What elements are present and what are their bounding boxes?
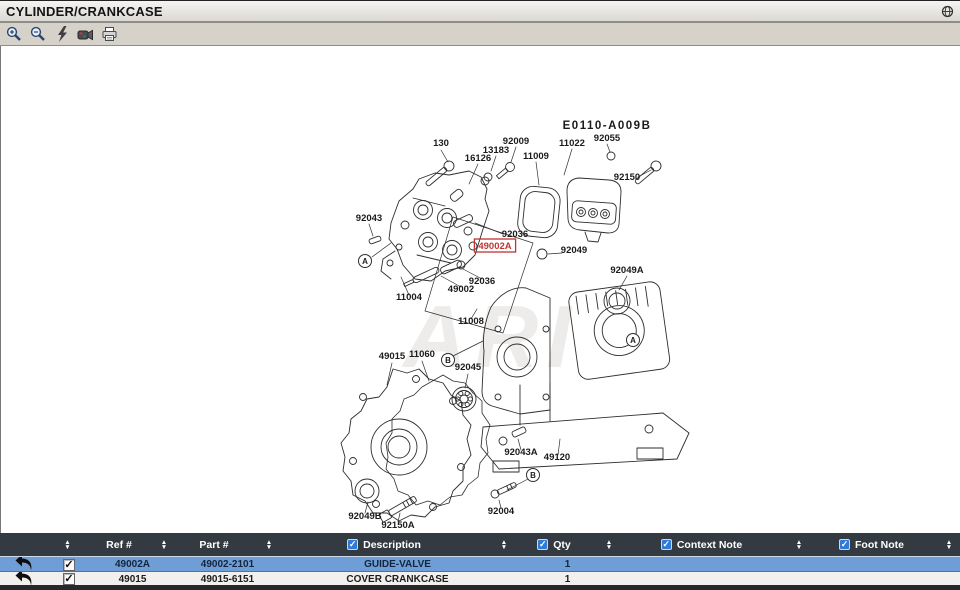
- camera-icon[interactable]: [77, 26, 94, 43]
- part-label[interactable]: 16126: [465, 153, 491, 164]
- header-context-note: ✓ Context Note ▲▼: [620, 533, 810, 556]
- stud-92043-art: [369, 236, 382, 245]
- part-label[interactable]: 11004: [396, 292, 423, 303]
- part-label[interactable]: 92049B: [348, 511, 381, 522]
- part-label[interactable]: 92043A: [504, 447, 537, 458]
- stud-92043a-art: [511, 426, 526, 437]
- cell-part: 49002-2101: [175, 559, 280, 570]
- cell-ref: 49015: [90, 574, 175, 585]
- part-label[interactable]: 11060: [409, 349, 435, 360]
- header-foot-note: ✓ Foot Note ▲▼: [810, 533, 960, 556]
- globe-icon[interactable]: [941, 5, 954, 18]
- part-label[interactable]: 49002: [448, 284, 474, 295]
- bearing-92045-art: [452, 387, 476, 411]
- foot-note-checkbox[interactable]: ✓: [839, 539, 850, 550]
- cell-description: COVER CRANKCASE: [280, 574, 515, 585]
- cell-qty: 1: [515, 559, 620, 570]
- undo-arrow-icon[interactable]: [0, 557, 48, 572]
- header-part: Part # ▲▼: [175, 533, 280, 556]
- callout-letter: B: [445, 356, 451, 365]
- cap-16126-art: [449, 188, 464, 202]
- sort-icon[interactable]: ▲▼: [938, 540, 960, 550]
- parts-table: ▲▼ Ref # ▲▼ Part # ▲▼ ✓ Description ▲▼ ✓: [0, 533, 960, 590]
- table-row[interactable]: ✓ 49015 49015-6151 COVER CRANKCASE 1: [0, 571, 960, 586]
- zoom-out-icon[interactable]: [29, 26, 46, 43]
- description-checkbox[interactable]: ✓: [347, 539, 358, 550]
- cell-part: 49015-6151: [175, 574, 280, 585]
- header-ref: Ref # ▲▼: [90, 533, 175, 556]
- cylinder-head-art: [381, 171, 489, 281]
- part-label[interactable]: 92150A: [381, 520, 414, 531]
- valve-cover-art: [567, 178, 621, 242]
- part-label[interactable]: 11009: [523, 151, 549, 162]
- sort-icon[interactable]: ▲▼: [258, 540, 280, 550]
- toolbar: [0, 23, 960, 46]
- part-label[interactable]: 92055: [594, 133, 621, 144]
- bolt-92150a-art: [379, 495, 418, 523]
- page-title: CYLINDER/CRANKCASE: [6, 4, 163, 19]
- callout-letter: B: [530, 471, 536, 480]
- part-label[interactable]: 92004: [488, 506, 515, 517]
- sort-icon[interactable]: ▲▼: [788, 540, 810, 550]
- diagram-canvas: ARI: [0, 46, 960, 535]
- lightning-icon[interactable]: [53, 26, 70, 43]
- part-label[interactable]: 130: [433, 138, 449, 149]
- table-header: ▲▼ Ref # ▲▼ Part # ▲▼ ✓ Description ▲▼ ✓: [0, 533, 960, 556]
- sort-icon[interactable]: ▲▼: [493, 540, 515, 550]
- clip-13183-art: [481, 173, 492, 185]
- header-description: ✓ Description ▲▼: [280, 533, 515, 556]
- header-description-label: Description: [363, 539, 421, 551]
- bolt-92009-art: [495, 161, 516, 181]
- table-row[interactable]: ✓ 49002A 49002-2101 GUIDE-VALVE 1: [0, 556, 960, 571]
- row-checkbox[interactable]: ✓: [63, 559, 75, 571]
- part-label[interactable]: 92150: [614, 172, 640, 183]
- zoom-in-icon[interactable]: [5, 26, 22, 43]
- qty-checkbox[interactable]: ✓: [537, 539, 548, 550]
- part-label[interactable]: 49120: [544, 452, 570, 463]
- print-icon[interactable]: [101, 26, 118, 43]
- nut-92055-art: [607, 152, 615, 160]
- header-part-label: Part #: [199, 539, 228, 551]
- header-foot-note-label: Foot Note: [855, 539, 904, 551]
- part-label[interactable]: 92043: [356, 213, 382, 224]
- cell-description: GUIDE-VALVE: [280, 559, 515, 570]
- header-select-column: ▲▼: [0, 533, 90, 556]
- part-label-highlighted[interactable]: 49002A: [478, 241, 511, 252]
- header-ref-label: Ref #: [106, 539, 132, 551]
- cell-qty: 1: [515, 574, 620, 585]
- part-label[interactable]: 49015: [379, 351, 406, 362]
- bolt-92004-art: [490, 481, 518, 500]
- title-bar: CYLINDER/CRANKCASE: [0, 1, 960, 23]
- crankcase-cover-art: [341, 369, 471, 521]
- part-label[interactable]: 92049A: [610, 265, 643, 276]
- cell-ref: 49002A: [90, 559, 175, 570]
- parts-diagram: ARI: [1, 46, 960, 535]
- callout-letter: A: [362, 257, 368, 266]
- sort-icon[interactable]: ▲▼: [598, 540, 620, 550]
- header-context-note-label: Context Note: [677, 539, 742, 551]
- sort-icon[interactable]: ▲▼: [57, 540, 79, 550]
- context-note-checkbox[interactable]: ✓: [661, 539, 672, 550]
- callout-letter: A: [630, 336, 636, 345]
- table-bottom-strip: [0, 585, 960, 590]
- part-label[interactable]: 92049: [561, 245, 587, 256]
- seal-92049b-art: [355, 479, 379, 503]
- app-window: CYLINDER/CRANKCASE: [0, 0, 960, 590]
- row-checkbox[interactable]: ✓: [63, 573, 75, 585]
- part-label[interactable]: 11022: [559, 138, 585, 149]
- part-label[interactable]: 92045: [455, 362, 482, 373]
- header-qty: ✓ Qty ▲▼: [515, 533, 620, 556]
- part-label[interactable]: 11008: [458, 316, 484, 327]
- undo-arrow-icon[interactable]: [0, 572, 48, 587]
- cover-gasket-art: [386, 375, 490, 505]
- sort-icon[interactable]: ▲▼: [153, 540, 175, 550]
- pin-92049-art: [537, 249, 547, 259]
- diagram-code: E0110-A009B: [563, 120, 652, 132]
- header-qty-label: Qty: [553, 539, 571, 551]
